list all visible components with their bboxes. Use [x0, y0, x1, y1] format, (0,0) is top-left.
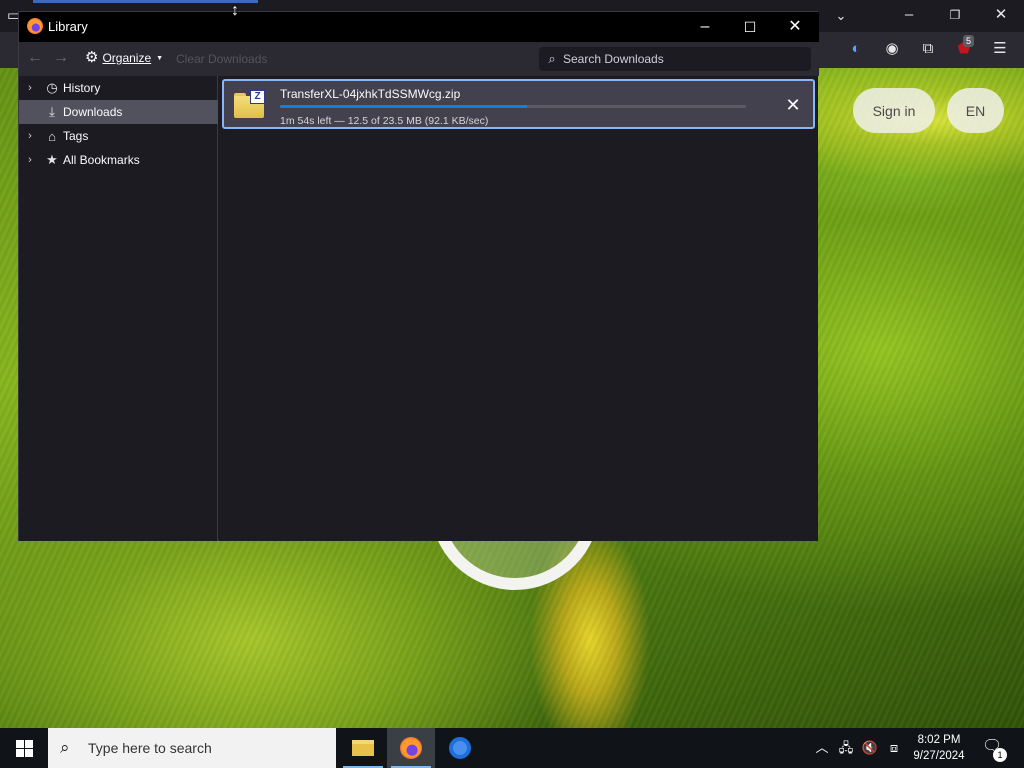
taskbar-search[interactable]: ⌕ Type here to search — [48, 728, 336, 768]
display-icon[interactable]: ⧈ — [884, 728, 904, 768]
download-filename: TransferXL-04jxhkTdSSMWcg.zip — [280, 87, 461, 101]
file-explorer-icon — [352, 740, 374, 756]
notification-badge: 1 — [993, 748, 1007, 762]
zip-file-icon: Z — [234, 90, 266, 118]
minimize-icon[interactable]: – — [897, 5, 921, 25]
taskbar-app-file-explorer[interactable] — [339, 728, 387, 768]
taskbar-app-firefox[interactable] — [387, 728, 435, 768]
list-all-tabs-icon[interactable]: ⌄ — [829, 6, 853, 26]
taskbar-search-placeholder: Type here to search — [88, 740, 212, 756]
forward-button[interactable]: → — [51, 49, 71, 67]
star-icon: ★ — [46, 152, 58, 167]
resize-cursor-icon: ↕ — [231, 2, 239, 19]
show-hidden-icons-icon[interactable]: ︿ — [814, 728, 830, 768]
search-icon: ⌕ — [60, 738, 70, 757]
library-titlebar[interactable]: Library – ☐ ✕ — [19, 12, 819, 42]
menu-icon[interactable]: ☰ — [988, 39, 1012, 59]
active-tab-indicator — [33, 0, 258, 3]
download-icon: ⤓ — [49, 104, 55, 119]
download-progress-fill — [280, 105, 527, 108]
clock-date: 9/27/2024 — [913, 750, 965, 762]
sidebar-item-label: Downloads — [63, 105, 123, 119]
downloads-list: Z TransferXL-04jxhkTdSSMWcg.zip 1m 54s l… — [219, 76, 818, 541]
search-input[interactable] — [563, 52, 803, 66]
volume-muted-icon[interactable]: 🔇 — [860, 728, 880, 768]
search-icon: ⌕ — [548, 51, 556, 66]
organize-label: Organize — [102, 51, 152, 65]
expand-chevron-icon[interactable]: › — [19, 154, 41, 166]
library-window: Library – ☐ ✕ ← → ⚙ Organize ▼ Clear Dow… — [18, 11, 819, 541]
clear-downloads-button[interactable]: Clear Downloads — [176, 52, 267, 66]
tag-icon: ⌂ — [48, 128, 56, 144]
expand-chevron-icon[interactable]: › — [19, 130, 41, 142]
download-status: 1m 54s left — 12.5 of 23.5 MB (92.1 KB/s… — [280, 115, 489, 127]
extensions-icon[interactable]: ⧉ — [916, 39, 940, 59]
restore-icon[interactable]: ❐ — [943, 5, 967, 25]
sign-in-button[interactable]: Sign in — [853, 88, 935, 133]
close-icon: ✕ — [785, 95, 801, 115]
library-toolbar: ← → ⚙ Organize ▼ Clear Downloads ⌕ — [19, 42, 819, 76]
sidebar-item-label: History — [63, 81, 101, 95]
language-button[interactable]: EN — [947, 88, 1004, 133]
close-button[interactable]: ✕ — [772, 12, 818, 42]
organize-button[interactable]: ⚙ Organize ▼ — [85, 49, 164, 66]
sidebar-item-label: Tags — [63, 129, 89, 143]
sidebar-item-all-bookmarks[interactable]: › ★ All Bookmarks — [19, 148, 218, 172]
expand-chevron-icon[interactable]: › — [19, 82, 41, 94]
clock-time: 8:02 PM — [917, 734, 961, 746]
library-sidebar: › ◷ History ⤓ Downloads › ⌂ Tags › ★ All… — [19, 76, 218, 541]
close-icon[interactable]: ✕ — [989, 5, 1013, 25]
firefox-icon — [27, 18, 43, 34]
search-downloads[interactable]: ⌕ — [539, 47, 811, 71]
start-button[interactable] — [0, 728, 48, 768]
extension-badge: 5 — [963, 35, 975, 47]
gear-icon: ⚙ — [85, 49, 99, 66]
window-title: Library — [48, 19, 88, 34]
sidebar-item-tags[interactable]: › ⌂ Tags — [19, 124, 218, 148]
taskbar-app-chrome[interactable] — [436, 728, 484, 768]
network-icon[interactable]: 🖧 — [837, 728, 855, 768]
chrome-icon — [449, 737, 471, 759]
sidebar-item-history[interactable]: › ◷ History — [19, 76, 218, 100]
dark-reader-icon[interactable]: ◐ — [844, 39, 868, 59]
dropdown-caret-icon: ▼ — [156, 54, 164, 62]
sidebar-item-downloads[interactable]: ⤓ Downloads — [19, 100, 218, 124]
cancel-download-button[interactable]: ✕ — [779, 91, 807, 119]
maximize-button[interactable]: ☐ — [727, 12, 773, 42]
sidebar-item-label: All Bookmarks — [63, 153, 140, 167]
download-item[interactable]: Z TransferXL-04jxhkTdSSMWcg.zip 1m 54s l… — [222, 79, 815, 129]
clock[interactable]: 8:02 PM 9/27/2024 — [908, 732, 970, 764]
firefox-icon — [400, 737, 422, 759]
clock-icon: ◷ — [46, 80, 58, 95]
account-icon[interactable]: ◉ — [880, 39, 904, 59]
taskbar: ⌕ Type here to search ︿ 🖧 🔇 ⧈ 8:02 PM 9/… — [0, 728, 1024, 768]
back-button[interactable]: ← — [25, 49, 45, 67]
download-progress-bar — [280, 105, 746, 108]
minimize-button[interactable]: – — [682, 12, 728, 42]
